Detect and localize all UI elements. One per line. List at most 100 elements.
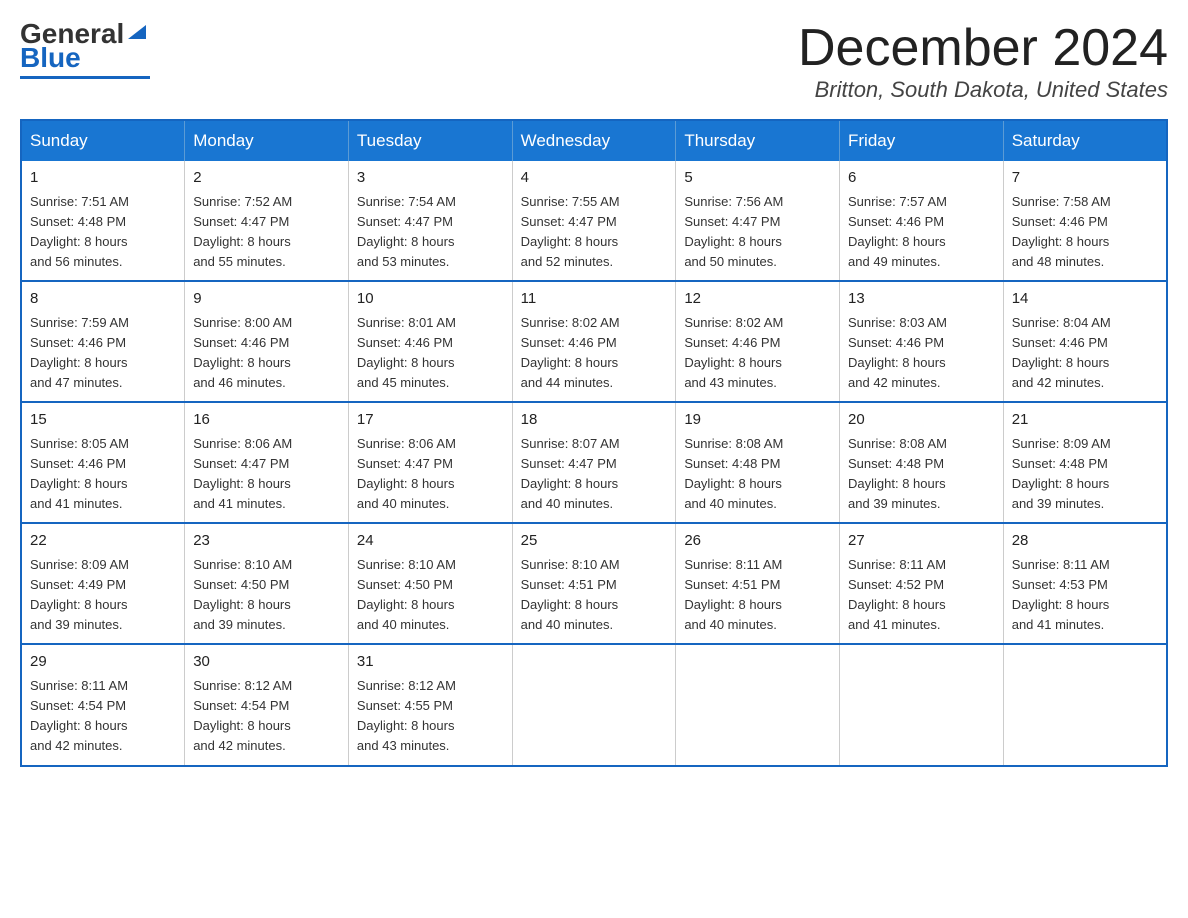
table-row <box>840 644 1004 765</box>
day-number: 1 <box>30 167 176 190</box>
table-row: 17 Sunrise: 8:06 AMSunset: 4:47 PMDaylig… <box>348 402 512 523</box>
table-row: 7 Sunrise: 7:58 AMSunset: 4:46 PMDayligh… <box>1003 161 1167 281</box>
logo-blue-text: Blue <box>20 44 81 72</box>
day-info: Sunrise: 7:52 AMSunset: 4:47 PMDaylight:… <box>193 194 292 269</box>
table-row: 24 Sunrise: 8:10 AMSunset: 4:50 PMDaylig… <box>348 523 512 644</box>
day-info: Sunrise: 8:06 AMSunset: 4:47 PMDaylight:… <box>193 436 292 511</box>
day-info: Sunrise: 8:08 AMSunset: 4:48 PMDaylight:… <box>848 436 947 511</box>
day-info: Sunrise: 7:57 AMSunset: 4:46 PMDaylight:… <box>848 194 947 269</box>
table-row: 8 Sunrise: 7:59 AMSunset: 4:46 PMDayligh… <box>21 281 185 402</box>
col-monday: Monday <box>185 120 349 161</box>
day-number: 19 <box>684 409 831 432</box>
title-block: December 2024 Britton, South Dakota, Uni… <box>798 20 1168 103</box>
col-sunday: Sunday <box>21 120 185 161</box>
table-row: 18 Sunrise: 8:07 AMSunset: 4:47 PMDaylig… <box>512 402 676 523</box>
calendar-week-row: 8 Sunrise: 7:59 AMSunset: 4:46 PMDayligh… <box>21 281 1167 402</box>
month-title: December 2024 <box>798 20 1168 77</box>
day-number: 22 <box>30 530 176 553</box>
day-number: 28 <box>1012 530 1158 553</box>
day-number: 31 <box>357 651 504 674</box>
col-saturday: Saturday <box>1003 120 1167 161</box>
table-row: 11 Sunrise: 8:02 AMSunset: 4:46 PMDaylig… <box>512 281 676 402</box>
day-number: 3 <box>357 167 504 190</box>
table-row: 16 Sunrise: 8:06 AMSunset: 4:47 PMDaylig… <box>185 402 349 523</box>
table-row: 3 Sunrise: 7:54 AMSunset: 4:47 PMDayligh… <box>348 161 512 281</box>
table-row: 28 Sunrise: 8:11 AMSunset: 4:53 PMDaylig… <box>1003 523 1167 644</box>
day-info: Sunrise: 8:01 AMSunset: 4:46 PMDaylight:… <box>357 315 456 390</box>
logo-divider <box>20 76 150 79</box>
calendar-table: Sunday Monday Tuesday Wednesday Thursday… <box>20 119 1168 766</box>
table-row: 13 Sunrise: 8:03 AMSunset: 4:46 PMDaylig… <box>840 281 1004 402</box>
day-info: Sunrise: 8:10 AMSunset: 4:51 PMDaylight:… <box>521 557 620 632</box>
day-number: 29 <box>30 651 176 674</box>
day-number: 12 <box>684 288 831 311</box>
day-number: 8 <box>30 288 176 311</box>
col-wednesday: Wednesday <box>512 120 676 161</box>
day-info: Sunrise: 8:09 AMSunset: 4:48 PMDaylight:… <box>1012 436 1111 511</box>
table-row: 23 Sunrise: 8:10 AMSunset: 4:50 PMDaylig… <box>185 523 349 644</box>
calendar-week-row: 1 Sunrise: 7:51 AMSunset: 4:48 PMDayligh… <box>21 161 1167 281</box>
day-number: 11 <box>521 288 668 311</box>
day-info: Sunrise: 8:05 AMSunset: 4:46 PMDaylight:… <box>30 436 129 511</box>
day-number: 4 <box>521 167 668 190</box>
calendar-week-row: 15 Sunrise: 8:05 AMSunset: 4:46 PMDaylig… <box>21 402 1167 523</box>
day-info: Sunrise: 8:00 AMSunset: 4:46 PMDaylight:… <box>193 315 292 390</box>
table-row: 6 Sunrise: 7:57 AMSunset: 4:46 PMDayligh… <box>840 161 1004 281</box>
day-info: Sunrise: 8:10 AMSunset: 4:50 PMDaylight:… <box>357 557 456 632</box>
table-row: 14 Sunrise: 8:04 AMSunset: 4:46 PMDaylig… <box>1003 281 1167 402</box>
col-tuesday: Tuesday <box>348 120 512 161</box>
day-info: Sunrise: 8:11 AMSunset: 4:53 PMDaylight:… <box>1012 557 1110 632</box>
table-row: 22 Sunrise: 8:09 AMSunset: 4:49 PMDaylig… <box>21 523 185 644</box>
logo: General Blue <box>20 20 150 79</box>
table-row: 5 Sunrise: 7:56 AMSunset: 4:47 PMDayligh… <box>676 161 840 281</box>
day-info: Sunrise: 8:11 AMSunset: 4:51 PMDaylight:… <box>684 557 782 632</box>
table-row: 20 Sunrise: 8:08 AMSunset: 4:48 PMDaylig… <box>840 402 1004 523</box>
table-row: 29 Sunrise: 8:11 AMSunset: 4:54 PMDaylig… <box>21 644 185 765</box>
day-number: 26 <box>684 530 831 553</box>
day-number: 13 <box>848 288 995 311</box>
table-row: 19 Sunrise: 8:08 AMSunset: 4:48 PMDaylig… <box>676 402 840 523</box>
day-info: Sunrise: 8:11 AMSunset: 4:52 PMDaylight:… <box>848 557 946 632</box>
day-number: 7 <box>1012 167 1158 190</box>
table-row: 2 Sunrise: 7:52 AMSunset: 4:47 PMDayligh… <box>185 161 349 281</box>
day-number: 14 <box>1012 288 1158 311</box>
day-info: Sunrise: 8:10 AMSunset: 4:50 PMDaylight:… <box>193 557 292 632</box>
day-number: 9 <box>193 288 340 311</box>
day-number: 5 <box>684 167 831 190</box>
day-number: 25 <box>521 530 668 553</box>
day-number: 10 <box>357 288 504 311</box>
day-info: Sunrise: 8:02 AMSunset: 4:46 PMDaylight:… <box>521 315 620 390</box>
day-info: Sunrise: 8:06 AMSunset: 4:47 PMDaylight:… <box>357 436 456 511</box>
day-number: 18 <box>521 409 668 432</box>
day-number: 17 <box>357 409 504 432</box>
day-info: Sunrise: 7:59 AMSunset: 4:46 PMDaylight:… <box>30 315 129 390</box>
day-info: Sunrise: 8:11 AMSunset: 4:54 PMDaylight:… <box>30 678 128 753</box>
day-info: Sunrise: 7:58 AMSunset: 4:46 PMDaylight:… <box>1012 194 1111 269</box>
day-number: 21 <box>1012 409 1158 432</box>
col-thursday: Thursday <box>676 120 840 161</box>
day-number: 27 <box>848 530 995 553</box>
calendar-header-row: Sunday Monday Tuesday Wednesday Thursday… <box>21 120 1167 161</box>
day-info: Sunrise: 8:12 AMSunset: 4:54 PMDaylight:… <box>193 678 292 753</box>
table-row: 15 Sunrise: 8:05 AMSunset: 4:46 PMDaylig… <box>21 402 185 523</box>
day-number: 2 <box>193 167 340 190</box>
table-row: 12 Sunrise: 8:02 AMSunset: 4:46 PMDaylig… <box>676 281 840 402</box>
logo-triangle-icon <box>126 21 148 43</box>
calendar-week-row: 22 Sunrise: 8:09 AMSunset: 4:49 PMDaylig… <box>21 523 1167 644</box>
table-row: 26 Sunrise: 8:11 AMSunset: 4:51 PMDaylig… <box>676 523 840 644</box>
calendar-week-row: 29 Sunrise: 8:11 AMSunset: 4:54 PMDaylig… <box>21 644 1167 765</box>
table-row: 25 Sunrise: 8:10 AMSunset: 4:51 PMDaylig… <box>512 523 676 644</box>
day-number: 16 <box>193 409 340 432</box>
day-info: Sunrise: 8:08 AMSunset: 4:48 PMDaylight:… <box>684 436 783 511</box>
table-row: 21 Sunrise: 8:09 AMSunset: 4:48 PMDaylig… <box>1003 402 1167 523</box>
day-number: 20 <box>848 409 995 432</box>
day-number: 6 <box>848 167 995 190</box>
day-info: Sunrise: 8:12 AMSunset: 4:55 PMDaylight:… <box>357 678 456 753</box>
table-row: 27 Sunrise: 8:11 AMSunset: 4:52 PMDaylig… <box>840 523 1004 644</box>
table-row: 1 Sunrise: 7:51 AMSunset: 4:48 PMDayligh… <box>21 161 185 281</box>
location-subtitle: Britton, South Dakota, United States <box>798 77 1168 103</box>
day-info: Sunrise: 8:09 AMSunset: 4:49 PMDaylight:… <box>30 557 129 632</box>
col-friday: Friday <box>840 120 1004 161</box>
day-number: 30 <box>193 651 340 674</box>
table-row <box>1003 644 1167 765</box>
